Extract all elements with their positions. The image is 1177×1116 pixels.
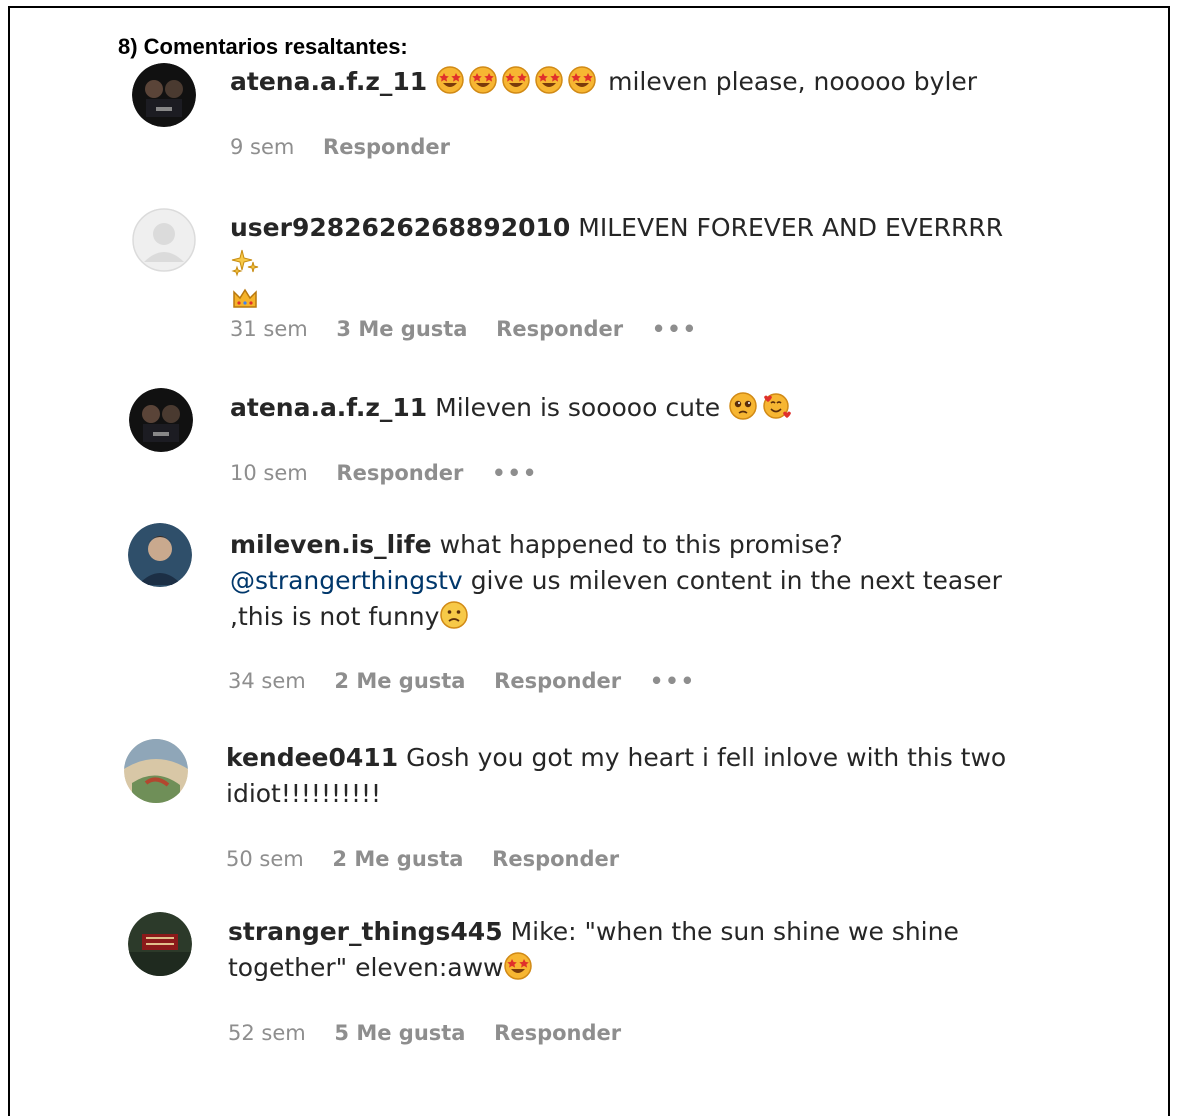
section-heading: 8) Comentarios resaltantes: — [118, 34, 408, 59]
username-link[interactable]: mileven.is_life — [230, 530, 432, 559]
comment-text-part1: what happened to this promise? — [439, 530, 843, 559]
star-struck-emoji — [468, 65, 498, 95]
comment-meta: 34 sem 2 Me gusta Responder ••• — [228, 669, 718, 693]
comment-meta: 50 sem 2 Me gusta Responder — [226, 847, 641, 871]
comment-body: atena.a.f.z_11 mileven please, nooooo by… — [230, 64, 1020, 100]
comment-time[interactable]: 9 sem — [230, 135, 294, 159]
sparkles-emoji — [230, 247, 260, 277]
comment-body: mileven.is_life what happened to this pro… — [230, 527, 1020, 635]
comment-time[interactable]: 34 sem — [228, 669, 306, 693]
comment-meta: 10 sem Responder ••• — [230, 461, 560, 485]
more-options-icon[interactable]: ••• — [652, 317, 698, 341]
avatar[interactable] — [129, 388, 193, 452]
star-struck-emoji — [534, 65, 564, 95]
reply-button[interactable]: Responder — [496, 317, 623, 341]
star-struck-emoji — [435, 65, 465, 95]
likes-count[interactable]: 2 Me gusta — [334, 669, 465, 693]
comment-time[interactable]: 52 sem — [228, 1021, 306, 1045]
reply-button[interactable]: Responder — [323, 135, 450, 159]
frowning-face-emoji — [439, 600, 469, 630]
comment-meta: 52 sem 5 Me gusta Responder — [228, 1021, 643, 1045]
likes-count[interactable]: 5 Me gusta — [334, 1021, 465, 1045]
reply-button[interactable]: Responder — [494, 1021, 621, 1045]
reply-button[interactable]: Responder — [336, 461, 463, 485]
likes-count[interactable]: 3 Me gusta — [336, 317, 467, 341]
pleading-face-emoji — [728, 391, 758, 421]
more-options-icon[interactable]: ••• — [492, 461, 538, 485]
username-link[interactable]: atena.a.f.z_11 — [230, 393, 427, 422]
avatar[interactable] — [132, 63, 196, 127]
username-link[interactable]: stranger_things445 — [228, 917, 503, 946]
smiling-hearts-emoji — [761, 391, 791, 421]
username-link[interactable]: kendee0411 — [226, 743, 398, 772]
likes-count[interactable]: 2 Me gusta — [332, 847, 463, 871]
avatar[interactable] — [128, 523, 192, 587]
username-link[interactable]: user9282626268892010 — [230, 213, 570, 242]
comment-time[interactable]: 31 sem — [230, 317, 308, 341]
more-options-icon[interactable]: ••• — [650, 669, 696, 693]
mention-link[interactable]: @strangerthingstv — [230, 566, 463, 595]
comment-time[interactable]: 10 sem — [230, 461, 308, 485]
comment-meta: 9 sem Responder — [230, 135, 472, 159]
star-struck-emoji — [501, 65, 531, 95]
crown-emoji — [230, 283, 260, 313]
comment-time[interactable]: 50 sem — [226, 847, 304, 871]
star-struck-emoji — [503, 951, 533, 981]
comment-body: atena.a.f.z_11 Mileven is sooooo cute — [230, 390, 1020, 426]
comment-text: mileven please, nooooo byler — [608, 67, 978, 96]
reply-button[interactable]: Responder — [494, 669, 621, 693]
comment-body: kendee0411 Gosh you got my heart i fell i… — [226, 740, 1016, 812]
avatar[interactable] — [124, 739, 188, 803]
comment-meta: 31 sem 3 Me gusta Responder ••• — [230, 317, 720, 341]
comment-text: Mileven is sooooo cute — [435, 393, 721, 422]
reply-button[interactable]: Responder — [492, 847, 619, 871]
comment-body: stranger_things445 Mike: "when the sun sh… — [228, 914, 1018, 986]
username-link[interactable]: atena.a.f.z_11 — [230, 67, 427, 96]
avatar[interactable] — [132, 208, 196, 272]
comment-text: MILEVEN FOREVER AND EVERRRR — [578, 213, 1004, 242]
avatar[interactable] — [128, 912, 192, 976]
star-struck-emoji — [567, 65, 597, 95]
comment-body: user9282626268892010 MILEVEN FOREVER AND … — [230, 210, 1020, 318]
